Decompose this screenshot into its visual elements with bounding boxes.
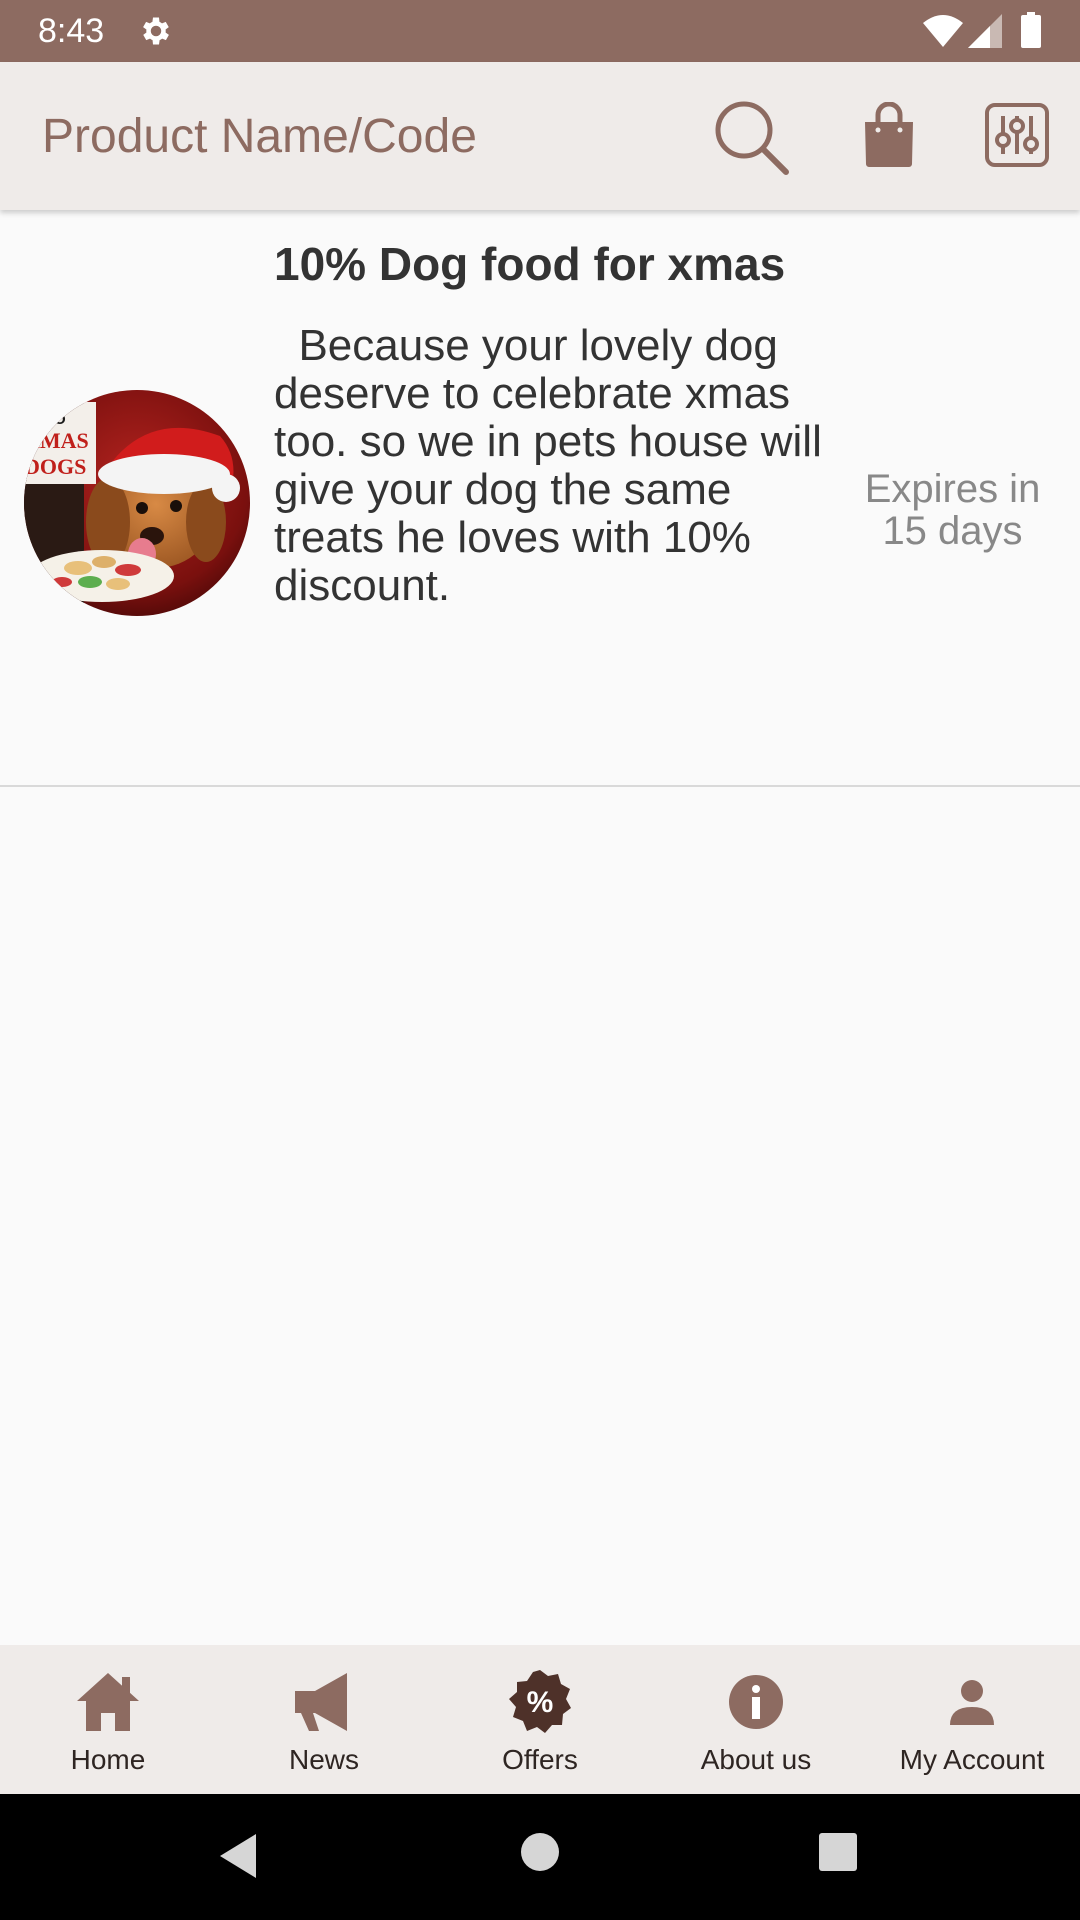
nav-offers[interactable]: % Offers bbox=[432, 1645, 648, 1794]
back-icon[interactable] bbox=[216, 1832, 260, 1880]
dog-xmas-photo: ALSO XMAS DOGS bbox=[24, 390, 250, 616]
svg-text:%: % bbox=[527, 1686, 554, 1719]
system-navigation-bar bbox=[0, 1794, 1080, 1920]
status-time: 8:43 bbox=[38, 12, 105, 50]
nav-label-offers: Offers bbox=[502, 1744, 578, 1775]
info-icon bbox=[729, 1675, 783, 1729]
search-icon[interactable] bbox=[712, 98, 790, 176]
top-toolbar bbox=[0, 62, 1080, 210]
product-search-input[interactable] bbox=[42, 106, 662, 166]
svg-text:XMAS: XMAS bbox=[24, 428, 89, 453]
battery-icon bbox=[1021, 12, 1041, 48]
filter-sliders-icon[interactable] bbox=[984, 102, 1050, 168]
nav-news[interactable]: News bbox=[216, 1645, 432, 1794]
megaphone-icon bbox=[295, 1673, 347, 1731]
offer-description: Because your lovely dog deserve to celeb… bbox=[274, 321, 835, 610]
nav-label-about-us: About us bbox=[700, 1744, 812, 1775]
svg-text:ALSO: ALSO bbox=[24, 411, 66, 428]
status-bar: 8:43 bbox=[0, 0, 1080, 62]
gear-icon bbox=[143, 17, 169, 45]
offer-title: 10% Dog food for xmas bbox=[274, 238, 786, 290]
offer-card[interactable]: ALSO XMAS DOGS 10% Dog food for xmas Bec… bbox=[0, 210, 1080, 787]
svg-text:DOGS: DOGS bbox=[24, 454, 86, 479]
home-icon bbox=[77, 1673, 139, 1731]
nav-home[interactable]: Home bbox=[0, 1645, 216, 1794]
nav-label-home: Home bbox=[70, 1744, 146, 1775]
shopping-bag-icon[interactable] bbox=[862, 102, 916, 168]
nav-about-us[interactable]: About us bbox=[648, 1645, 864, 1794]
percent-badge-icon: % bbox=[509, 1670, 571, 1733]
bottom-navigation: Home News % Offers About us My Account bbox=[0, 1645, 1080, 1794]
offer-expiry: Expires in 15 days bbox=[864, 467, 1041, 553]
wifi-icon bbox=[923, 15, 963, 47]
home-circle-icon[interactable] bbox=[520, 1832, 560, 1872]
nav-label-my-account: My Account bbox=[899, 1744, 1045, 1775]
person-icon bbox=[950, 1680, 994, 1725]
nav-my-account[interactable]: My Account bbox=[864, 1645, 1080, 1794]
signal-icon bbox=[968, 14, 1002, 48]
nav-label-news: News bbox=[288, 1744, 359, 1775]
recents-icon[interactable] bbox=[818, 1832, 858, 1872]
